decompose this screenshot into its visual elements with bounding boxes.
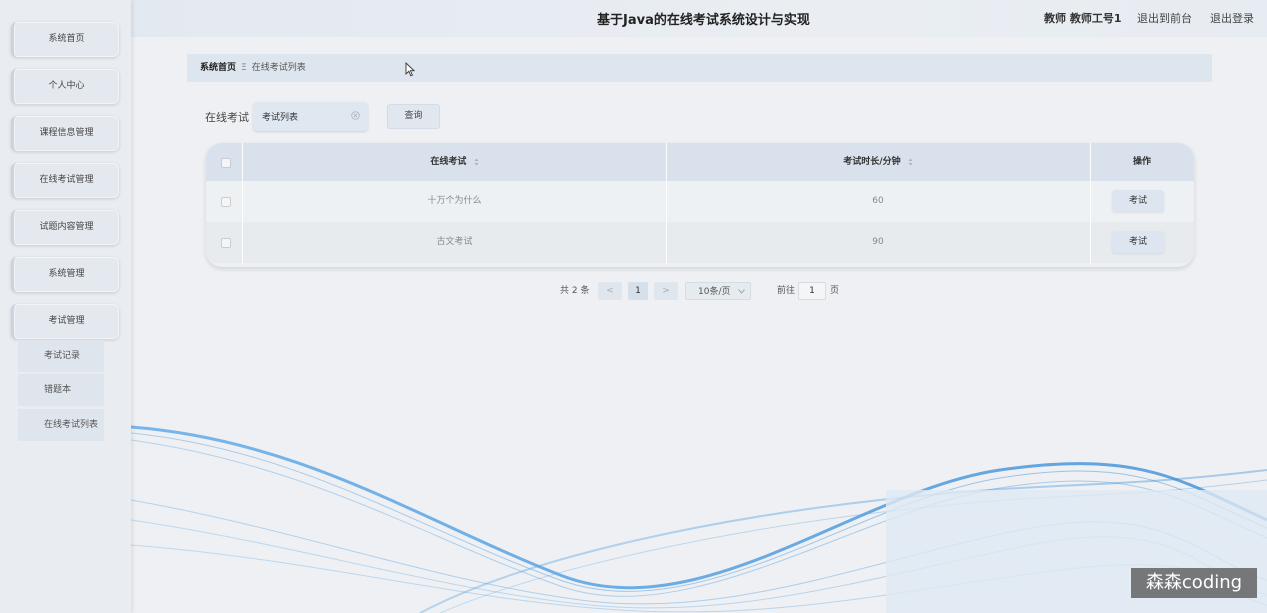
page-size-select[interactable]: 10条/页 — [685, 282, 751, 300]
column-divider — [666, 143, 667, 264]
row-checkbox[interactable] — [221, 238, 231, 248]
chevron-down-icon — [738, 289, 745, 294]
page-number-button[interactable]: 1 — [628, 282, 648, 300]
pagination-total: 共 2 条 — [560, 286, 590, 296]
exam-name-cell: 古文考试 — [436, 237, 473, 247]
table-row: 十万个为什么 60 考试 — [206, 181, 1194, 222]
sidebar: 系统首页 个人中心 课程信息管理 在线考试管理 试题内容管理 系统管理 考试管理… — [0, 0, 131, 613]
search-field-wrapper — [253, 102, 368, 131]
breadcrumb-current: 在线考试列表 — [251, 63, 306, 73]
clear-icon[interactable] — [351, 111, 360, 120]
sidebar-item-home[interactable]: 系统首页 — [11, 22, 119, 57]
sidebar-subitem-online-exam-list[interactable]: 在线考试列表 — [18, 409, 104, 441]
app-title: 基于Java的在线考试系统设计与实现 — [597, 13, 810, 28]
sidebar-item-course-management[interactable]: 课程信息管理 — [11, 116, 119, 151]
column-header-exam[interactable]: 在线考试 — [243, 143, 666, 181]
top-header: 基于Java的在线考试系统设计与实现 教师 教师工号1 退出到前台 退出登录 — [131, 0, 1267, 37]
exam-duration-cell: 60 — [872, 196, 884, 206]
row-checkbox[interactable] — [221, 197, 231, 207]
goto-label: 前往 — [777, 286, 796, 296]
breadcrumb: 系统首页 Ξ 在线考试列表 — [187, 54, 1212, 82]
column-divider — [242, 143, 243, 264]
sort-icon[interactable] — [474, 158, 479, 166]
column-header-exam-label: 在线考试 — [430, 157, 467, 167]
goto-page-input[interactable] — [798, 282, 826, 300]
watermark-label: 森森coding — [1131, 568, 1257, 598]
goto-page-suffix: 页 — [830, 286, 840, 296]
prev-page-button[interactable]: < — [598, 282, 622, 300]
column-divider — [1090, 143, 1091, 264]
exam-table: 在线考试 考试时长/分钟 操作 十万个为什么 60 考试 古文考试 90 考试 — [206, 143, 1194, 267]
sidebar-item-exam-management[interactable]: 考试管理 — [11, 304, 119, 339]
table-row: 古文考试 90 考试 — [206, 222, 1194, 263]
search-input[interactable] — [262, 102, 342, 131]
column-header-action: 操作 — [1132, 157, 1151, 167]
next-page-button[interactable]: > — [654, 282, 678, 300]
page-size-value: 10条/页 — [698, 287, 731, 297]
sidebar-item-system-management[interactable]: 系统管理 — [11, 257, 119, 292]
sidebar-subitem-wrong-questions[interactable]: 错题本 — [18, 374, 104, 406]
sidebar-subitem-exam-records[interactable]: 考试记录 — [18, 340, 104, 372]
back-to-front-link[interactable]: 退出到前台 — [1137, 10, 1192, 26]
sidebar-item-personal-center[interactable]: 个人中心 — [11, 69, 119, 104]
select-all-checkbox[interactable] — [221, 158, 231, 168]
background-wave-decoration — [130, 425, 1267, 613]
mouse-cursor-icon — [405, 62, 415, 77]
take-exam-button[interactable]: 考试 — [1112, 190, 1164, 212]
table-header: 在线考试 考试时长/分钟 操作 — [206, 143, 1194, 181]
column-header-duration-label: 考试时长/分钟 — [843, 157, 901, 167]
column-header-duration[interactable]: 考试时长/分钟 — [666, 143, 1090, 181]
sidebar-item-question-management[interactable]: 试题内容管理 — [11, 210, 119, 245]
take-exam-button[interactable]: 考试 — [1112, 231, 1164, 253]
current-user-label: 教师 教师工号1 — [1044, 12, 1122, 25]
sort-icon[interactable] — [908, 158, 913, 166]
exam-name-cell: 十万个为什么 — [427, 196, 482, 206]
search-label: 在线考试 — [205, 111, 249, 124]
breadcrumb-home-link[interactable]: 系统首页 — [200, 63, 236, 73]
query-button[interactable]: 查询 — [387, 104, 440, 129]
exam-duration-cell: 90 — [872, 237, 884, 247]
logout-link[interactable]: 退出登录 — [1210, 10, 1254, 26]
sidebar-item-online-exam-management[interactable]: 在线考试管理 — [11, 163, 119, 198]
breadcrumb-separator: Ξ — [241, 63, 247, 73]
